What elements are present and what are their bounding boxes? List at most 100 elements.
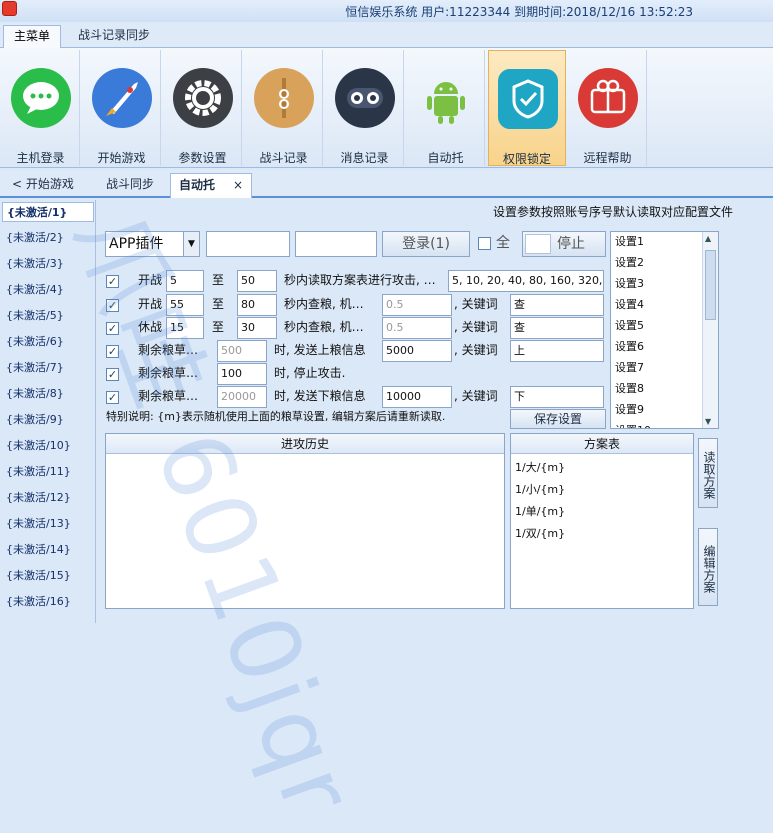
scroll-thumb[interactable]	[705, 250, 716, 320]
row2-max-input[interactable]: 80	[237, 294, 277, 316]
row4-threshold-input[interactable]: 500	[217, 340, 267, 362]
list-item[interactable]: {未激活/13}	[6, 514, 71, 534]
tab-battle-sync[interactable]: 战斗记录同步	[68, 25, 160, 48]
tab-main-menu[interactable]: 主菜单	[3, 25, 62, 48]
list-item[interactable]: {未激活/4}	[6, 280, 64, 300]
list-item[interactable]: {未激活/9}	[6, 410, 64, 430]
table-row[interactable]: 1/单/{m}	[515, 502, 565, 522]
close-icon[interactable]: ×	[233, 174, 243, 197]
row4-keyword-input[interactable]: 上	[510, 340, 604, 362]
app-logo-icon	[2, 1, 17, 16]
list-item[interactable]: {未激活/6}	[6, 332, 64, 352]
chat-icon	[11, 68, 71, 128]
row6-amount-input[interactable]: 10000	[382, 386, 452, 408]
settings-scrollbar[interactable]: ▲ ▼	[702, 232, 718, 428]
row1-max-input[interactable]: 50	[237, 270, 277, 292]
tab-auto-host[interactable]: 自动托 ×	[170, 173, 252, 198]
password-input[interactable]	[295, 231, 377, 257]
settings-button[interactable]: 参数设置	[164, 50, 242, 166]
row1-min-input[interactable]: 5	[166, 270, 204, 292]
stop-button[interactable]: 停止	[522, 231, 606, 257]
row2-rate-input[interactable]: 0.5	[382, 294, 452, 316]
tab-start-game[interactable]: < 开始游戏	[4, 173, 82, 198]
list-item[interactable]: {未激活/8}	[6, 384, 64, 404]
tab-auto-host-label: 自动托	[179, 178, 216, 192]
message-record-label: 消息记录	[340, 151, 389, 165]
list-item[interactable]: {未激活/1}	[2, 202, 94, 222]
row5-threshold-input[interactable]: 100	[217, 363, 267, 385]
list-item[interactable]: {未激活/5}	[6, 306, 64, 326]
login-button[interactable]: 登录(1)	[382, 231, 470, 257]
account-input[interactable]	[206, 231, 290, 257]
message-record-button[interactable]: 消息记录	[326, 50, 404, 166]
tab-battle-sync-doc[interactable]: 战斗同步	[98, 173, 162, 198]
table-row[interactable]: 1/双/{m}	[515, 524, 565, 544]
row4-label: 剩余粮草…	[138, 343, 199, 357]
row5-label: 剩余粮草…	[138, 366, 199, 380]
row4-keyword-label: , 关键词	[454, 343, 498, 357]
row2-keyword-label: , 关键词	[454, 297, 498, 311]
row2-min-input[interactable]: 55	[166, 294, 204, 316]
row1-desc: 秒内读取方案表进行攻击, …	[284, 273, 436, 287]
row4-amount-input[interactable]: 5000	[382, 340, 452, 362]
row3-keyword-input[interactable]: 查	[510, 317, 604, 339]
row2-checkbox[interactable]: ✓	[106, 299, 119, 312]
plugin-select[interactable]: APP插件 ▼	[105, 231, 200, 257]
auto-host-label: 自动托	[427, 151, 464, 165]
row3-max-input[interactable]: 30	[237, 317, 277, 339]
host-login-label: 主机登录	[16, 151, 65, 165]
row3-min-input[interactable]: 15	[166, 317, 204, 339]
list-item[interactable]: 设置4	[615, 295, 644, 315]
list-item[interactable]: 设置7	[615, 358, 644, 378]
list-item[interactable]: {未激活/14}	[6, 540, 71, 560]
title-bar: 恒信娱乐系统 用户:11223344 到期时间:2018/12/16 13:52…	[0, 0, 773, 22]
row6-keyword-input[interactable]: 下	[510, 386, 604, 408]
host-login-button[interactable]: 主机登录	[2, 50, 80, 166]
android-icon	[416, 68, 476, 128]
gift-icon	[578, 68, 638, 128]
row1-checkbox[interactable]: ✓	[106, 275, 119, 288]
plugin-select-value: APP插件	[109, 236, 164, 252]
list-item[interactable]: 设置6	[615, 337, 644, 357]
permission-lock-button[interactable]: 权限锁定	[488, 50, 566, 166]
list-item[interactable]: {未激活/10}	[6, 436, 71, 456]
list-item[interactable]: {未激活/2}	[6, 228, 64, 248]
special-note: 特别说明: {m}表示随机使用上面的粮草设置, 编辑方案后请重新读取.	[106, 410, 446, 423]
list-item[interactable]: {未激活/11}	[6, 462, 71, 482]
list-item[interactable]: 设置10	[615, 421, 651, 428]
list-item[interactable]: 设置8	[615, 379, 644, 399]
row3-checkbox[interactable]: ✓	[106, 322, 119, 335]
row2-to-label: 至	[212, 297, 225, 311]
list-item[interactable]: 设置2	[615, 253, 644, 273]
scroll-down-icon[interactable]: ▼	[705, 417, 711, 426]
list-item[interactable]: 设置1	[615, 232, 644, 252]
save-settings-button[interactable]: 保存设置	[510, 409, 606, 429]
scroll-up-icon[interactable]: ▲	[705, 234, 711, 243]
battle-record-button[interactable]: 战斗记录	[245, 50, 323, 166]
list-item[interactable]: {未激活/16}	[6, 592, 71, 612]
select-all-checkbox[interactable]	[478, 237, 491, 250]
row5-checkbox[interactable]: ✓	[106, 368, 119, 381]
list-item[interactable]: {未激活/3}	[6, 254, 64, 274]
table-row[interactable]: 1/小/{m}	[515, 480, 565, 500]
auto-host-button[interactable]: 自动托	[407, 50, 485, 166]
list-item[interactable]: 设置3	[615, 274, 644, 294]
list-item[interactable]: {未激活/7}	[6, 358, 64, 378]
list-item[interactable]: 设置9	[615, 400, 644, 420]
start-game-button[interactable]: 开始游戏	[83, 50, 161, 166]
chevron-down-icon[interactable]: ▼	[183, 232, 199, 256]
row4-checkbox[interactable]: ✓	[106, 345, 119, 358]
start-game-label: 开始游戏	[97, 151, 146, 165]
table-row[interactable]: 1/大/{m}	[515, 458, 565, 478]
row1-sequence-input[interactable]: 5, 10, 20, 40, 80, 160, 320, 640	[448, 270, 604, 292]
row3-rate-input[interactable]: 0.5	[382, 317, 452, 339]
list-item[interactable]: {未激活/15}	[6, 566, 71, 586]
row2-keyword-input[interactable]: 查	[510, 294, 604, 316]
list-item[interactable]: 设置5	[615, 316, 644, 336]
row6-checkbox[interactable]: ✓	[106, 391, 119, 404]
row6-threshold-input[interactable]: 20000	[217, 386, 267, 408]
edit-plan-button[interactable]: 编辑方案	[698, 528, 718, 606]
remote-help-button[interactable]: 远程帮助	[569, 50, 647, 166]
read-plan-button[interactable]: 读取方案	[698, 438, 718, 508]
list-item[interactable]: {未激活/12}	[6, 488, 71, 508]
